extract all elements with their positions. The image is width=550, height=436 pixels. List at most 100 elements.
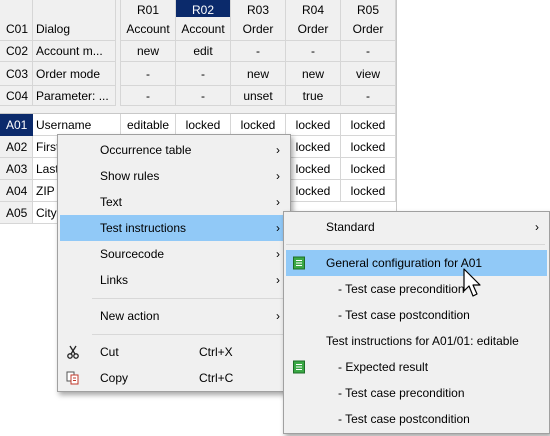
cell-c04-r02[interactable]: - bbox=[176, 86, 231, 106]
submenu-item-test-case-postcondition-2[interactable]: - Test case postcondition bbox=[286, 406, 547, 432]
shortcut-label: Ctrl+C bbox=[199, 371, 234, 385]
mouse-cursor-icon bbox=[463, 268, 481, 297]
cell-c03-r01[interactable]: - bbox=[121, 62, 176, 86]
cell-c04-r03[interactable]: unset bbox=[231, 86, 286, 106]
test-instructions-submenu: Standard › General configuration for A01… bbox=[283, 211, 550, 434]
cell-c02-r01[interactable]: new bbox=[121, 41, 176, 62]
menu-item-label: Copy bbox=[100, 371, 129, 385]
cell-c02-r02[interactable]: edit bbox=[176, 41, 231, 62]
copy-icon bbox=[66, 371, 79, 385]
cell-c01-r04[interactable]: Order bbox=[286, 17, 341, 41]
chevron-right-icon: › bbox=[276, 221, 280, 235]
menu-item-label: Links bbox=[100, 273, 129, 287]
row-label-c04[interactable]: Parameter: ... bbox=[33, 86, 116, 106]
cell-c03-r03[interactable]: new bbox=[231, 62, 286, 86]
menu-item-test-instructions[interactable]: Test instructions › bbox=[60, 215, 288, 241]
cell-c03-r04[interactable]: new bbox=[286, 62, 341, 86]
menu-item-label: Cut bbox=[100, 345, 119, 359]
chevron-right-icon: › bbox=[276, 273, 280, 287]
row-key-c03[interactable]: C03 bbox=[0, 62, 33, 86]
menu-item-label: General configuration for A01 bbox=[326, 256, 483, 270]
row-key-c04[interactable]: C04 bbox=[0, 86, 33, 106]
menu-item-label: - Expected result bbox=[338, 360, 429, 374]
chevron-right-icon: › bbox=[276, 143, 280, 157]
cell-a01-r05[interactable]: locked bbox=[341, 114, 396, 136]
row-key-c01[interactable]: C01 bbox=[0, 17, 33, 41]
scissors-icon bbox=[67, 345, 79, 359]
cell-c03-r02[interactable]: - bbox=[176, 62, 231, 86]
cell-a04-r04[interactable]: locked bbox=[286, 180, 341, 202]
menu-item-sourcecode[interactable]: Sourcecode › bbox=[60, 241, 288, 267]
cell-a01-r03[interactable]: locked bbox=[231, 114, 286, 136]
submenu-item-test-instructions-a01[interactable]: Test instructions for A01/01: editable bbox=[286, 328, 547, 354]
submenu-item-test-case-postcondition[interactable]: - Test case postcondition bbox=[286, 302, 547, 328]
cell-c02-r04[interactable]: - bbox=[286, 41, 341, 62]
menu-item-label: Sourcecode bbox=[100, 247, 165, 261]
menu-item-copy[interactable]: Copy Ctrl+C bbox=[60, 365, 288, 391]
row-label-c02[interactable]: Account m... bbox=[33, 41, 116, 62]
row-label-c01[interactable]: Dialog bbox=[33, 17, 116, 41]
cell-c04-r01[interactable]: - bbox=[121, 86, 176, 106]
row-label-c03[interactable]: Order mode bbox=[33, 62, 116, 86]
row-key-a02[interactable]: A02 bbox=[0, 136, 33, 158]
table-right-edge bbox=[396, 0, 397, 224]
context-menu: Occurrence table › Show rules › Text › T… bbox=[57, 134, 291, 392]
cell-a01-r04[interactable]: locked bbox=[286, 114, 341, 136]
chevron-right-icon: › bbox=[535, 220, 539, 234]
submenu-item-general-configuration[interactable]: General configuration for A01 bbox=[286, 250, 547, 276]
header-gap bbox=[116, 0, 121, 112]
chevron-right-icon: › bbox=[276, 169, 280, 183]
menu-item-label: Show rules bbox=[100, 169, 160, 183]
submenu-item-test-case-precondition[interactable]: - Test case precondition bbox=[286, 276, 547, 302]
document-icon bbox=[293, 256, 305, 270]
submenu-item-test-case-precondition-2[interactable]: - Test case precondition bbox=[286, 380, 547, 406]
header-footer-band bbox=[0, 106, 396, 114]
menu-item-label: Text bbox=[100, 195, 123, 209]
cell-a02-r04[interactable]: locked bbox=[286, 136, 341, 158]
chevron-right-icon: › bbox=[276, 195, 280, 209]
cell-c02-r05[interactable]: - bbox=[341, 41, 396, 62]
row-key-c02[interactable]: C02 bbox=[0, 41, 33, 62]
row-key-a05[interactable]: A05 bbox=[0, 202, 33, 224]
menu-item-links[interactable]: Links › bbox=[60, 267, 288, 293]
document-icon bbox=[293, 360, 305, 374]
menu-item-label: Test instructions for A01/01: editable bbox=[326, 334, 519, 348]
submenu-item-standard[interactable]: Standard › bbox=[286, 214, 547, 240]
row-key-a01[interactable]: A01 bbox=[0, 114, 33, 136]
cell-c01-r02[interactable]: Account bbox=[176, 17, 231, 41]
menu-separator bbox=[92, 298, 286, 299]
menu-separator bbox=[286, 244, 545, 245]
cell-a01-r02[interactable]: locked bbox=[176, 114, 231, 136]
submenu-item-expected-result[interactable]: - Expected result bbox=[286, 354, 547, 380]
row-label-a01[interactable]: Username bbox=[33, 114, 121, 136]
cell-c01-r01[interactable]: Account bbox=[121, 17, 176, 41]
menu-item-label: Standard bbox=[326, 220, 375, 234]
chevron-right-icon: › bbox=[276, 247, 280, 261]
cell-a01-r01[interactable]: editable bbox=[121, 114, 176, 136]
cell-c01-r05[interactable]: Order bbox=[341, 17, 396, 41]
cell-a03-r05[interactable]: locked bbox=[341, 158, 396, 180]
menu-item-label: - Test case precondition bbox=[338, 386, 465, 400]
shortcut-label: Ctrl+X bbox=[199, 345, 233, 359]
row-key-a04[interactable]: A04 bbox=[0, 180, 33, 202]
menu-item-label: New action bbox=[100, 309, 160, 323]
cell-c01-r03[interactable]: Order bbox=[231, 17, 286, 41]
menu-separator bbox=[92, 334, 286, 335]
cell-c02-r03[interactable]: - bbox=[231, 41, 286, 62]
menu-item-label: Test instructions bbox=[100, 221, 187, 235]
menu-item-new-action[interactable]: New action › bbox=[60, 303, 288, 329]
menu-item-text[interactable]: Text › bbox=[60, 189, 288, 215]
menu-item-show-rules[interactable]: Show rules › bbox=[60, 163, 288, 189]
menu-item-occurrence-table[interactable]: Occurrence table › bbox=[60, 137, 288, 163]
menu-item-label: - Test case postcondition bbox=[338, 412, 470, 426]
row-key-a03[interactable]: A03 bbox=[0, 158, 33, 180]
cell-a04-r05[interactable]: locked bbox=[341, 180, 396, 202]
cell-c04-r05[interactable]: - bbox=[341, 86, 396, 106]
cell-c03-r05[interactable]: view bbox=[341, 62, 396, 86]
menu-item-cut[interactable]: Cut Ctrl+X bbox=[60, 339, 288, 365]
menu-item-label: Occurrence table bbox=[100, 143, 192, 157]
cell-a03-r04[interactable]: locked bbox=[286, 158, 341, 180]
menu-item-label: - Test case precondition bbox=[338, 282, 465, 296]
cell-c04-r04[interactable]: true bbox=[286, 86, 341, 106]
cell-a02-r05[interactable]: locked bbox=[341, 136, 396, 158]
